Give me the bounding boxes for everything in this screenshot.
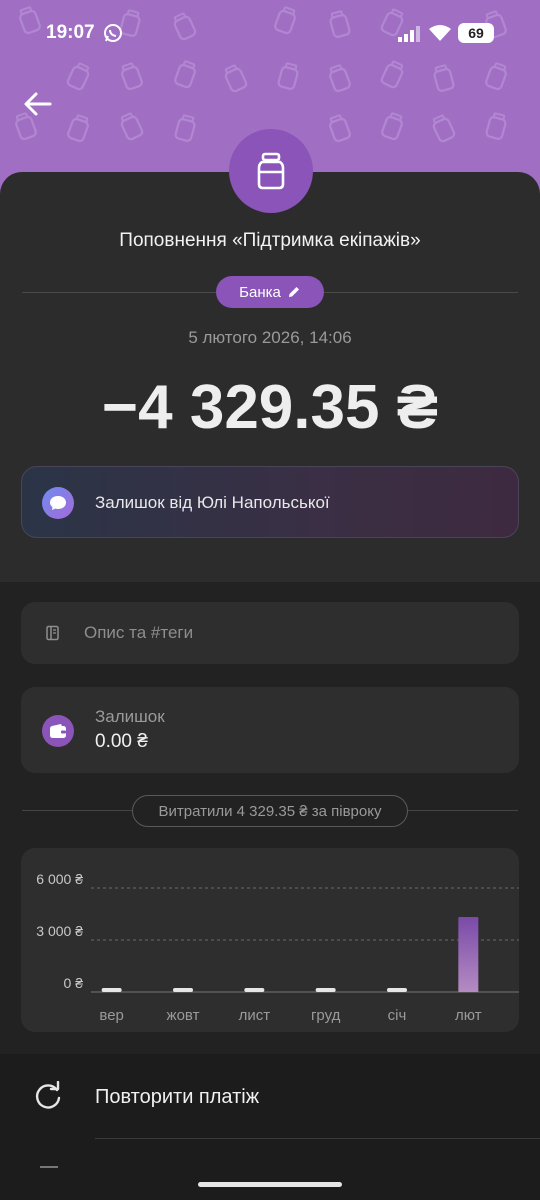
battery-indicator: 69: [458, 23, 494, 43]
spent-summary: Витратили 4 329.35 ₴ за півроку: [132, 795, 408, 827]
chart-bar[interactable]: [315, 988, 336, 992]
chart-x-tick-label: лют: [455, 1007, 482, 1024]
chart-x-tick-label: лист: [239, 1007, 271, 1024]
description-tags-input[interactable]: Опис та #теги: [21, 602, 519, 664]
chart-y-tick-label: 0 ₴: [64, 975, 84, 991]
category-label: Банка: [239, 283, 281, 301]
repeat-payment-label: Повторити платіж: [95, 1086, 260, 1108]
chart-x-tick-label: жовт: [167, 1007, 200, 1024]
signal-icon: [398, 26, 420, 42]
status-bar: 19:07 69: [0, 18, 540, 48]
chart-y-tick-label: 6 000 ₴: [36, 871, 83, 887]
divider: [408, 810, 518, 811]
description-placeholder: Опис та #теги: [84, 623, 194, 642]
screen: 19:07 69 Поповнення «Підтримка екіпажів»…: [0, 0, 540, 1200]
transaction-date: 5 лютого 2026, 14:06: [188, 328, 352, 347]
category-button[interactable]: Банка: [216, 276, 324, 308]
status-time: 19:07: [46, 22, 95, 43]
balance-value: 0.00 ₴: [95, 731, 148, 752]
back-arrow-icon[interactable]: [22, 88, 54, 120]
chart-canvas: 0 ₴ 3 000 ₴ 6 000 ₴ вер жовт лист груд січ лют: [36, 871, 519, 1024]
wallet-icon: [42, 715, 74, 747]
divider: [95, 1138, 540, 1139]
comment-text: Залишок від Юлі Напольської: [95, 493, 330, 512]
wifi-icon: [429, 25, 451, 41]
next-item-icon: [40, 1166, 58, 1168]
repeat-payment-button[interactable]: Повторити платіж: [0, 1068, 540, 1130]
chart-x-tick-label: січ: [388, 1007, 407, 1024]
chart-x-tick-label: груд: [311, 1007, 341, 1024]
balance-card: Залишок 0.00 ₴: [21, 687, 519, 773]
transaction-title: Поповнення «Підтримка екіпажів»: [119, 230, 421, 251]
jar-icon: [257, 152, 285, 190]
chart-bar[interactable]: [458, 916, 479, 992]
divider: [22, 810, 132, 811]
divider: [22, 292, 216, 293]
chart-bar[interactable]: [244, 988, 265, 992]
pencil-icon: [288, 287, 299, 297]
transaction-amount: −4 329.35 ₴: [101, 373, 439, 442]
chart-y-tick-label: 3 000 ₴: [36, 923, 83, 939]
spending-chart: 0 ₴ 3 000 ₴ 6 000 ₴ вер жовт лист груд січ лют: [21, 848, 519, 1032]
repeat-icon: [35, 1081, 61, 1109]
whatsapp-icon: [104, 24, 122, 42]
balance-label: Залишок: [95, 707, 165, 726]
chart-bar[interactable]: [173, 988, 193, 992]
divider: [324, 292, 518, 293]
home-indicator[interactable]: [198, 1182, 342, 1187]
chart-x-tick-label: вер: [99, 1007, 124, 1024]
message-icon: [42, 487, 74, 519]
comment-box: Залишок від Юлі Напольської: [21, 466, 519, 538]
jar-avatar: [229, 129, 313, 213]
chart-bar[interactable]: [101, 988, 122, 992]
chart-bar[interactable]: [387, 988, 407, 992]
notes-icon: [46, 625, 59, 641]
